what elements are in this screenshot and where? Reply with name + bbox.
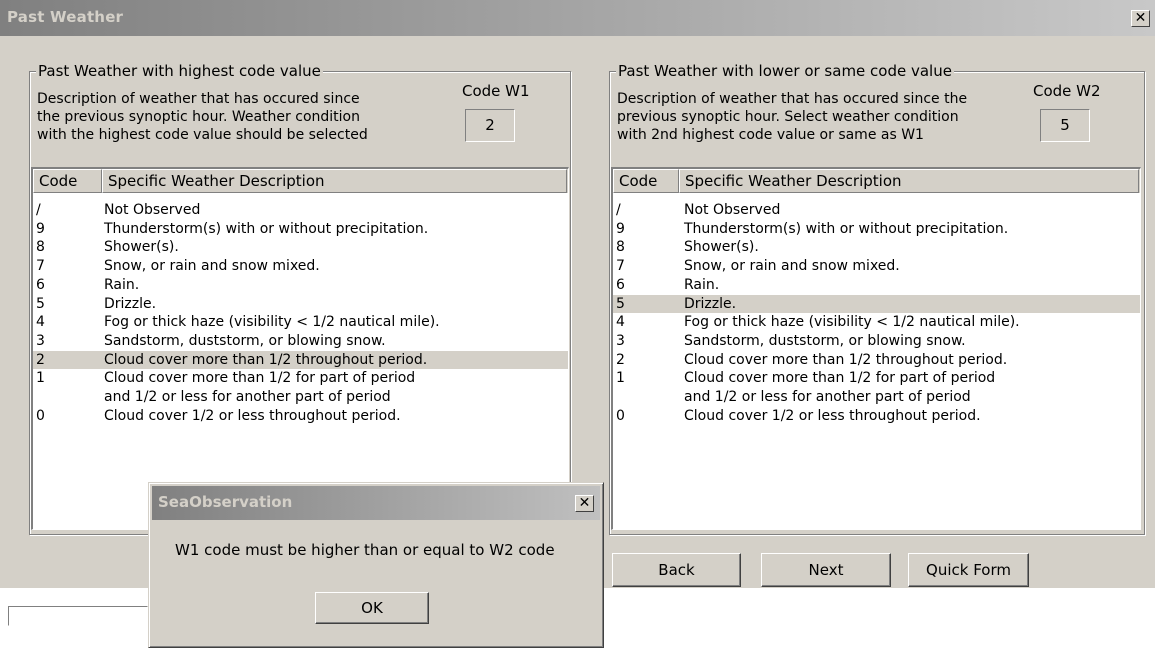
w2-row-description: Cloud cover more than 1/2 for part of pe… xyxy=(684,370,996,406)
w1-row-code: 0 xyxy=(36,407,45,424)
dialog-title: SeaObservation xyxy=(158,493,293,511)
w1-row-description: Drizzle. xyxy=(104,295,157,312)
code-w1-label: Code W1 xyxy=(462,82,530,100)
code-w1-field[interactable]: 2 xyxy=(465,109,515,142)
w2-row-code: 9 xyxy=(616,220,625,237)
dialog-close-button[interactable]: ✕ xyxy=(575,495,594,512)
w2-description: Description of weather that has occured … xyxy=(617,91,968,143)
seaobservation-dialog: SeaObservation ✕ W1 code must be higher … xyxy=(148,482,604,648)
window-close-button[interactable]: ✕ xyxy=(1131,10,1150,27)
w2-row-description: Drizzle. xyxy=(684,295,737,312)
w2-row-code: 7 xyxy=(616,258,625,275)
w2-list-row[interactable]: / Not Observed xyxy=(613,201,1140,220)
w2-list-row[interactable]: 9 Thunderstorm(s) with or without precipi… xyxy=(613,220,1140,239)
w1-row-code: 1 xyxy=(36,370,45,387)
w2-row-description: Not Observed xyxy=(684,202,781,218)
w1-row-description: Cloud cover 1/2 or less throughout perio… xyxy=(104,407,401,424)
w1-description: Description of weather that has occured … xyxy=(37,91,368,143)
w1-row-description: Fog or thick haze (visibility < 1/2 naut… xyxy=(104,314,440,331)
w1-weather-list[interactable]: Code Specific Weather Description / Not O… xyxy=(31,167,569,530)
dialog-message: W1 code must be higher than or equal to … xyxy=(175,541,555,559)
quick-form-button[interactable]: Quick Form xyxy=(908,553,1029,587)
w1-list-row[interactable]: 6 Rain. xyxy=(33,276,568,295)
w2-list-row[interactable]: 7 Snow, or rain and snow mixed. xyxy=(613,257,1140,276)
w1-column-description[interactable]: Specific Weather Description xyxy=(102,169,567,193)
dialog-titlebar[interactable]: SeaObservation ✕ xyxy=(152,486,600,520)
w1-list-row[interactable]: 4 Fog or thick haze (visibility < 1/2 nau… xyxy=(33,313,568,332)
w1-row-code: 7 xyxy=(36,258,45,275)
w2-row-code: 0 xyxy=(616,407,625,424)
w1-row-code: 8 xyxy=(36,239,45,256)
w1-row-description: Cloud cover more than 1/2 for part of pe… xyxy=(104,370,416,406)
w1-list-rows: / Not Observed 9 Thunderstorm(s) with or wi… xyxy=(33,193,568,425)
group-w1-label: Past Weather with highest code value xyxy=(36,62,323,80)
w2-row-code: 4 xyxy=(616,314,625,331)
back-button[interactable]: Back xyxy=(612,553,741,587)
status-field xyxy=(8,606,148,626)
w2-row-description: Fog or thick haze (visibility < 1/2 naut… xyxy=(684,314,1020,331)
w1-list-row[interactable]: 8 Shower(s). xyxy=(33,238,568,257)
w2-row-code: 3 xyxy=(616,332,625,349)
w2-column-description[interactable]: Specific Weather Description xyxy=(679,169,1139,193)
w1-row-description: Shower(s). xyxy=(104,239,179,256)
w2-row-description: Rain. xyxy=(684,276,720,293)
w2-list-rows: / Not Observed 9 Thunderstorm(s) with or wi… xyxy=(613,193,1140,425)
w1-list-row[interactable]: 0 Cloud cover 1/2 or less throughout peri… xyxy=(33,407,568,426)
w2-row-description: Shower(s). xyxy=(684,239,759,256)
w1-column-code[interactable]: Code xyxy=(33,169,102,193)
w2-list-row[interactable]: 0 Cloud cover 1/2 or less throughout peri… xyxy=(613,407,1140,426)
w1-list-row[interactable]: 2 Cloud cover more than 1/2 throughout pe… xyxy=(33,350,568,370)
group-w2-label: Past Weather with lower or same code val… xyxy=(616,62,954,80)
w1-list-header: Code Specific Weather Description xyxy=(33,169,568,193)
w1-row-description: Rain. xyxy=(104,276,140,293)
w2-row-code: 1 xyxy=(616,370,625,387)
w1-list-row[interactable]: 7 Snow, or rain and snow mixed. xyxy=(33,257,568,276)
w2-row-code: 6 xyxy=(616,276,625,293)
w1-row-description: Cloud cover more than 1/2 throughout per… xyxy=(104,351,428,368)
w2-weather-list[interactable]: Code Specific Weather Description / Not O… xyxy=(611,167,1141,530)
w2-list-row[interactable]: 2 Cloud cover more than 1/2 throughout pe… xyxy=(613,351,1140,370)
w1-list-row[interactable]: 1 Cloud cover more than 1/2 for part of p… xyxy=(33,369,568,406)
w2-row-description: Snow, or rain and snow mixed. xyxy=(684,258,900,275)
w1-list-row[interactable]: 5 Drizzle. xyxy=(33,295,568,314)
close-icon: ✕ xyxy=(578,495,591,511)
w2-row-code: / xyxy=(616,202,621,218)
w1-row-description: Not Observed xyxy=(104,202,201,218)
code-w2-field[interactable]: 5 xyxy=(1040,109,1090,142)
close-icon: ✕ xyxy=(1134,10,1147,26)
w1-row-code: 5 xyxy=(36,295,45,312)
w1-row-code: 4 xyxy=(36,314,45,331)
w1-row-code: 2 xyxy=(36,351,45,368)
w1-list-row[interactable]: 9 Thunderstorm(s) with or without precipi… xyxy=(33,220,568,239)
w2-row-code: 8 xyxy=(616,239,625,256)
w2-list-row[interactable]: 4 Fog or thick haze (visibility < 1/2 nau… xyxy=(613,313,1140,332)
w2-list-row[interactable]: 3 Sandstorm, duststorm, or blowing snow. xyxy=(613,332,1140,351)
w2-list-header: Code Specific Weather Description xyxy=(613,169,1140,193)
w1-row-description: Thunderstorm(s) with or without precipit… xyxy=(104,220,429,237)
ok-button[interactable]: OK xyxy=(315,592,429,624)
w2-row-description: Thunderstorm(s) with or without precipit… xyxy=(684,220,1009,237)
w1-row-code: 3 xyxy=(36,332,45,349)
window-titlebar[interactable]: Past Weather ✕ xyxy=(0,0,1155,36)
w2-column-code[interactable]: Code xyxy=(613,169,679,193)
w1-row-code: 6 xyxy=(36,276,45,293)
w1-list-row[interactable]: / Not Observed xyxy=(33,201,568,220)
window-title: Past Weather xyxy=(7,8,124,26)
w1-row-description: Snow, or rain and snow mixed. xyxy=(104,258,320,275)
w2-row-code: 2 xyxy=(616,351,625,368)
w2-row-code: 5 xyxy=(616,295,625,312)
w1-row-code: / xyxy=(36,202,41,218)
w2-row-description: Sandstorm, duststorm, or blowing snow. xyxy=(684,332,966,349)
w2-row-description: Cloud cover more than 1/2 throughout per… xyxy=(684,351,1008,368)
w1-row-description: Sandstorm, duststorm, or blowing snow. xyxy=(104,332,386,349)
next-button[interactable]: Next xyxy=(761,553,891,587)
code-w2-label: Code W2 xyxy=(1033,82,1101,100)
w2-list-row[interactable]: 8 Shower(s). xyxy=(613,238,1140,257)
w2-list-row[interactable]: 6 Rain. xyxy=(613,276,1140,295)
w2-list-row[interactable]: 1 Cloud cover more than 1/2 for part of p… xyxy=(613,369,1140,406)
w2-row-description: Cloud cover 1/2 or less throughout perio… xyxy=(684,407,981,424)
w1-row-code: 9 xyxy=(36,220,45,237)
w2-list-row[interactable]: 5 Drizzle. xyxy=(613,294,1140,314)
w1-list-row[interactable]: 3 Sandstorm, duststorm, or blowing snow. xyxy=(33,332,568,351)
